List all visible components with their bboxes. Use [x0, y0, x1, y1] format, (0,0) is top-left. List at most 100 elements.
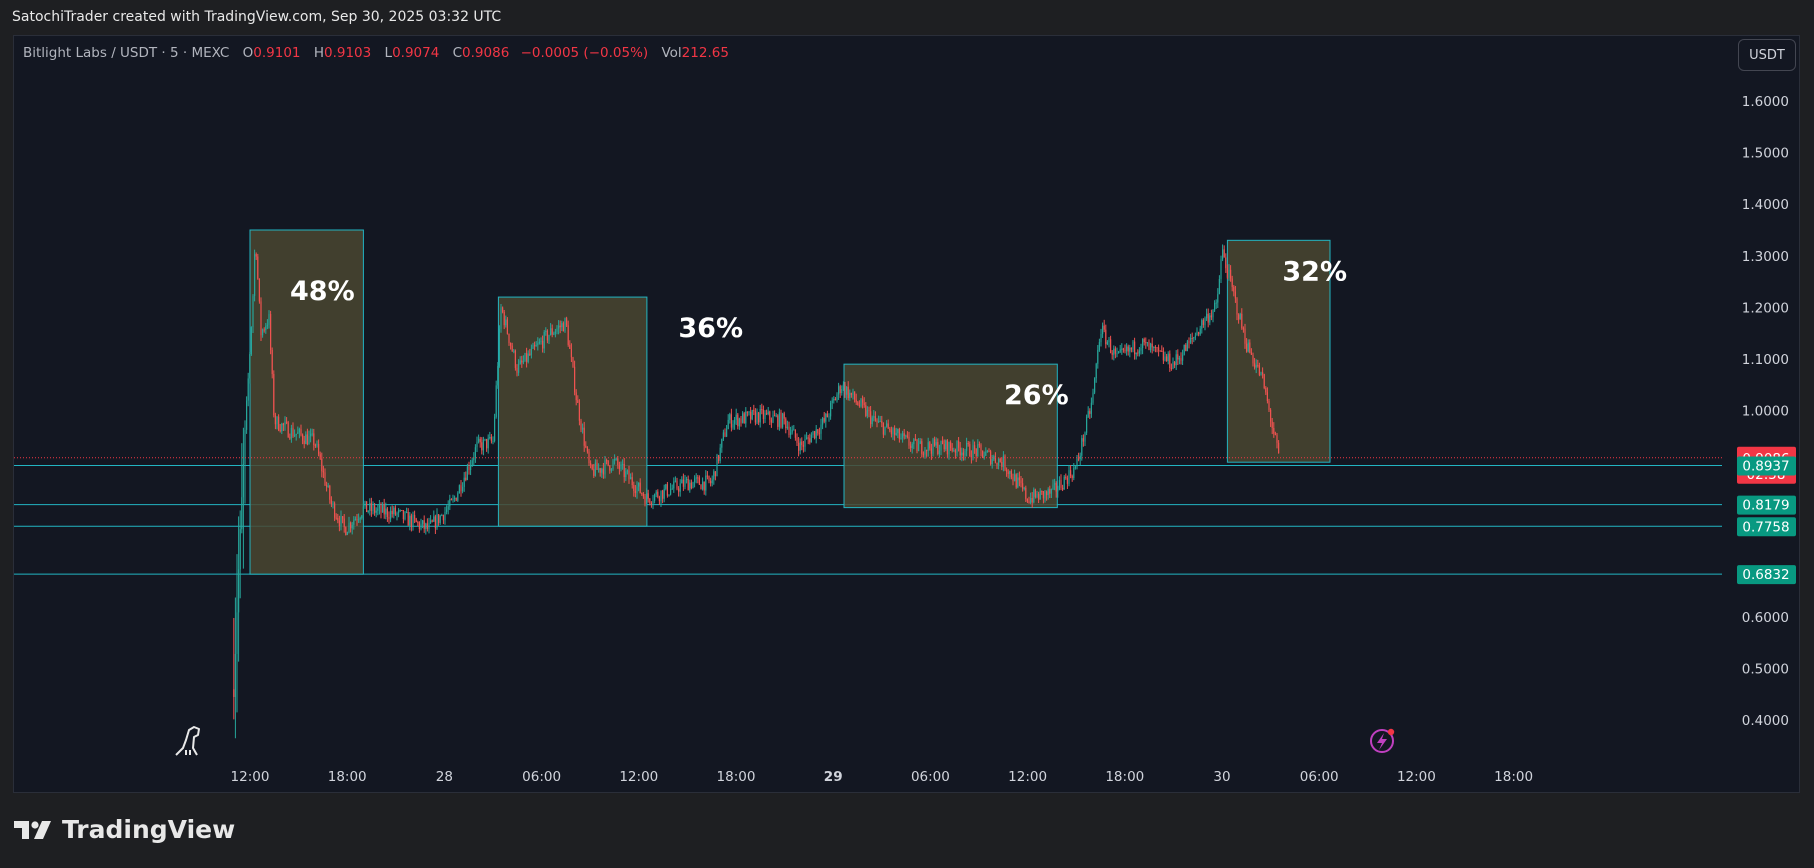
symbol-name[interactable]: Bitlight Labs / USDT · 5 · MEXC — [23, 45, 229, 61]
candle-body — [774, 415, 776, 417]
candle-body — [542, 340, 544, 349]
candle-body — [1065, 476, 1067, 479]
candle-body — [766, 413, 768, 415]
candle-body — [343, 518, 345, 528]
candle-body — [903, 433, 905, 436]
candle-body — [513, 350, 515, 352]
candle-body — [527, 353, 529, 362]
candle-body — [679, 483, 681, 492]
candle-body — [841, 388, 843, 394]
candle-body — [1020, 480, 1022, 484]
candle-body — [1114, 348, 1116, 354]
candle-body — [1082, 438, 1084, 442]
candle-body — [769, 411, 771, 420]
candle-body — [346, 532, 348, 536]
candle-body — [1081, 438, 1083, 456]
candle-body — [836, 394, 838, 401]
candle-body — [721, 438, 723, 448]
candle-body — [380, 505, 382, 513]
candle-body — [646, 493, 648, 504]
candle-body — [1068, 470, 1070, 484]
candle-body — [311, 433, 313, 435]
candle-body — [428, 522, 430, 529]
candle-body — [985, 451, 987, 456]
candle-body — [510, 342, 512, 346]
price-chart[interactable]: 48% 36% 26% 32% 1.6000 1.5000 1.4000 1.3000 1.2… — [0, 0, 1814, 868]
candle-body — [708, 475, 710, 481]
time-tick-label: 12:00 — [1008, 769, 1047, 785]
candle-body — [447, 506, 449, 510]
candle-body — [252, 295, 254, 328]
candle-body — [438, 514, 440, 523]
candle-body — [990, 451, 992, 465]
box-labels: 48% 36% 26% 32% — [290, 256, 1347, 411]
candle-body — [871, 417, 873, 425]
candle-body — [996, 462, 998, 466]
candle-body — [399, 510, 401, 512]
candle-body — [1262, 372, 1264, 375]
candle-body — [244, 429, 246, 464]
candle-body — [772, 415, 774, 423]
candle-body — [967, 443, 969, 445]
candle-body — [1207, 313, 1209, 323]
candle-body — [726, 429, 728, 437]
candle-body — [1007, 471, 1009, 475]
candle-body — [559, 325, 561, 328]
candle-body — [946, 440, 948, 455]
candle-body — [1014, 474, 1016, 482]
tradingview-logo[interactable]: TradingView — [14, 815, 235, 844]
candle-body — [855, 399, 857, 403]
candle-body — [446, 509, 448, 512]
candle-body — [402, 510, 404, 520]
candle-body — [1098, 342, 1100, 350]
candle-body — [1170, 368, 1172, 370]
symbol-legend: Bitlight Labs / USDT · 5 · MEXC O0.9101 … — [23, 45, 729, 61]
candle-body — [700, 484, 702, 490]
candle-body — [695, 477, 697, 479]
candle-body — [426, 523, 428, 529]
candle-body — [1062, 487, 1064, 490]
candle-body — [535, 345, 537, 347]
candle-body — [359, 517, 361, 520]
candle-body — [719, 447, 721, 461]
candle-body — [994, 456, 996, 463]
candle-body — [410, 515, 412, 528]
candle-body — [868, 410, 870, 412]
candle-body — [239, 529, 241, 570]
candle-body — [337, 518, 339, 521]
candle-body — [548, 335, 550, 341]
candle-body — [566, 318, 568, 326]
time-tick-label: 06:00 — [522, 769, 561, 785]
candle-body — [670, 489, 672, 495]
candle-body — [684, 480, 686, 487]
candle-body — [887, 423, 889, 429]
candle-body — [889, 428, 891, 431]
candle-body — [530, 348, 532, 355]
candle-body — [353, 520, 355, 525]
price-tick-label: 1.0000 — [1742, 404, 1789, 420]
price-tick-label: 1.5000 — [1742, 146, 1789, 162]
candle-body — [626, 470, 628, 472]
high-label: H — [313, 45, 324, 61]
time-tick-label: 18:00 — [717, 769, 756, 785]
candle-body — [588, 451, 590, 464]
candle-body — [524, 353, 526, 362]
candle-body — [762, 409, 764, 420]
candle-body — [415, 518, 417, 523]
candle-body — [370, 503, 372, 511]
candle-body — [1276, 434, 1278, 443]
candle-body — [916, 439, 918, 452]
candle-body — [1214, 303, 1216, 311]
candle-body — [489, 436, 491, 439]
candle-body — [770, 419, 772, 423]
candle-body — [478, 438, 480, 442]
currency-button[interactable]: USDT — [1738, 39, 1796, 71]
candle-body — [572, 357, 574, 367]
candle-body — [604, 460, 606, 475]
candle-body — [388, 516, 390, 519]
candle-body — [1143, 339, 1145, 343]
candle-body — [652, 500, 654, 504]
candle-body — [417, 522, 419, 524]
candle-body — [650, 502, 652, 504]
candle-body — [612, 460, 614, 470]
